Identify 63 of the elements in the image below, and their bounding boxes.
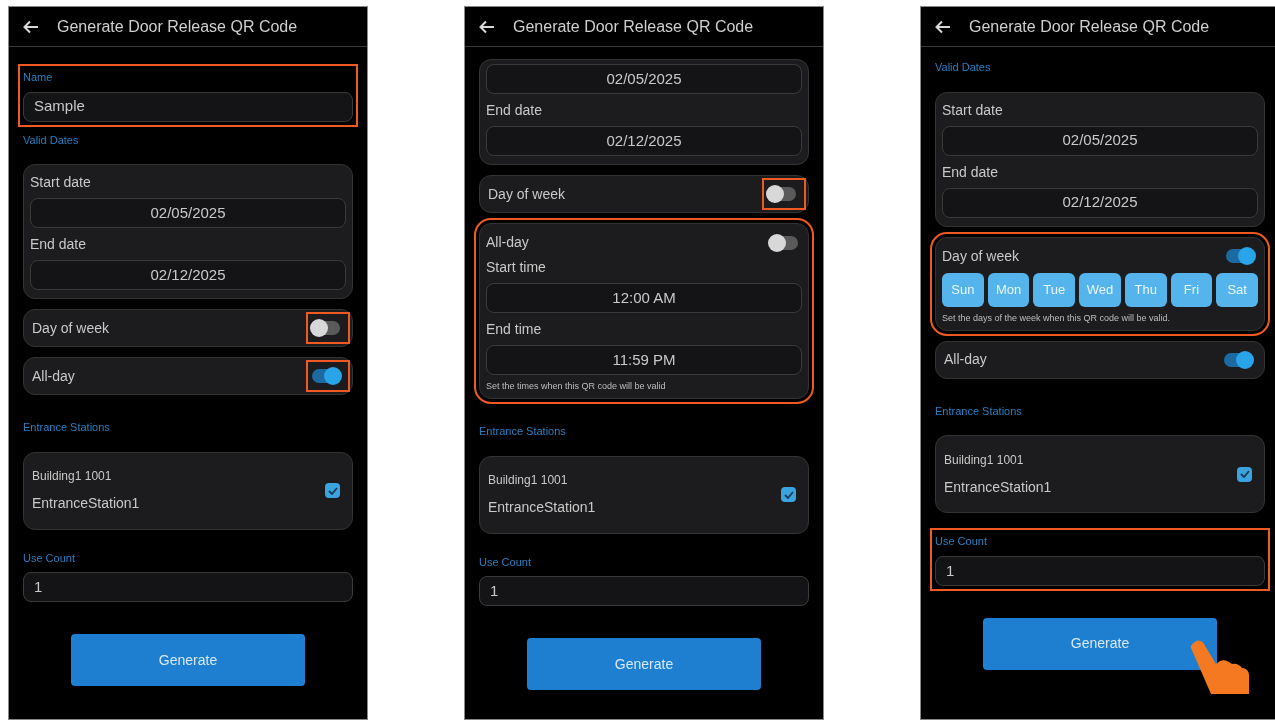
toggle-switch[interactable]	[768, 187, 796, 201]
section-label: Use Count	[479, 554, 532, 570]
input-field[interactable]: 02/12/2025	[942, 187, 1258, 218]
section-label: Use Count	[935, 534, 988, 550]
screen-title: Generate Door Release QR Code	[969, 16, 1210, 37]
section-label: Valid Dates	[935, 60, 992, 75]
checkbox[interactable]	[325, 483, 340, 498]
input-field[interactable]: 1	[935, 555, 1265, 586]
station-label: EntranceStation1	[488, 498, 596, 518]
input-field[interactable]: 11:59 PM	[486, 345, 802, 375]
checkbox[interactable]	[1237, 466, 1252, 482]
setting-label: Day of week	[942, 246, 1020, 266]
toggle-switch[interactable]	[1226, 249, 1254, 263]
check-icon	[783, 490, 794, 499]
building-label: Building1 1001	[488, 472, 569, 490]
screen-title: Generate Door Release QR Code	[57, 16, 298, 37]
hint-text: Set the times when this QR code will be valid	[486, 381, 667, 393]
input-field[interactable]: 02/05/2025	[486, 64, 802, 94]
station-label: EntranceStation1	[944, 477, 1052, 497]
station-label: EntranceStation1	[32, 494, 140, 513]
input-field[interactable]: 1	[479, 576, 809, 607]
input-field[interactable]: 12:00 AM	[486, 283, 802, 313]
toggle-switch[interactable]	[770, 235, 798, 250]
toggle-switch[interactable]	[312, 321, 340, 335]
section-label: Valid Dates	[23, 132, 80, 148]
section-label: Entrance Stations	[935, 403, 1023, 419]
checkbox[interactable]	[781, 487, 796, 503]
building-label: Building1 1001	[944, 451, 1025, 469]
setting-label: All-day	[32, 366, 75, 386]
setting-label: All-day	[486, 233, 529, 252]
station-card[interactable]: Building1 1001 EntranceStation1	[935, 435, 1265, 514]
input-field[interactable]: 02/12/2025	[30, 260, 346, 290]
field-label: End time	[486, 320, 543, 339]
section-label: Use Count	[23, 550, 76, 566]
field-label: Start date	[942, 100, 1004, 120]
back-icon[interactable]	[935, 19, 951, 34]
setting-label: Day of week	[32, 318, 110, 338]
field-label: End date	[942, 162, 1000, 182]
toggle-switch[interactable]	[312, 369, 340, 383]
input-field[interactable]: Sample	[23, 91, 353, 122]
screen-title: Generate Door Release QR Code	[513, 16, 754, 37]
setting-label: Day of week	[488, 184, 566, 204]
back-icon[interactable]	[23, 19, 39, 34]
field-label: End date	[30, 235, 88, 254]
input-field[interactable]: 02/05/2025	[942, 125, 1258, 156]
check-icon	[1239, 470, 1250, 479]
input-field[interactable]: 1	[23, 572, 353, 602]
station-card[interactable]: Building1 1001 EntranceStation1	[479, 455, 809, 534]
toggle-switch[interactable]	[1224, 352, 1252, 367]
back-icon[interactable]	[479, 19, 495, 34]
section-label: Name	[23, 70, 54, 85]
field-label: End date	[486, 101, 544, 120]
field-label: Start time	[486, 258, 547, 277]
check-icon	[327, 486, 338, 495]
hint-text: Set the days of the week when this QR code will be valid.	[942, 312, 1172, 324]
input-field[interactable]: 02/05/2025	[30, 198, 346, 228]
building-label: Building1 1001	[32, 468, 113, 485]
input-field[interactable]: 02/12/2025	[486, 126, 802, 156]
section-label: Entrance Stations	[479, 424, 567, 440]
field-label: Start date	[30, 173, 92, 192]
setting-label: All-day	[944, 350, 987, 370]
section-label: Entrance Stations	[23, 420, 111, 435]
station-card[interactable]: Building1 1001 EntranceStation1	[23, 451, 353, 530]
